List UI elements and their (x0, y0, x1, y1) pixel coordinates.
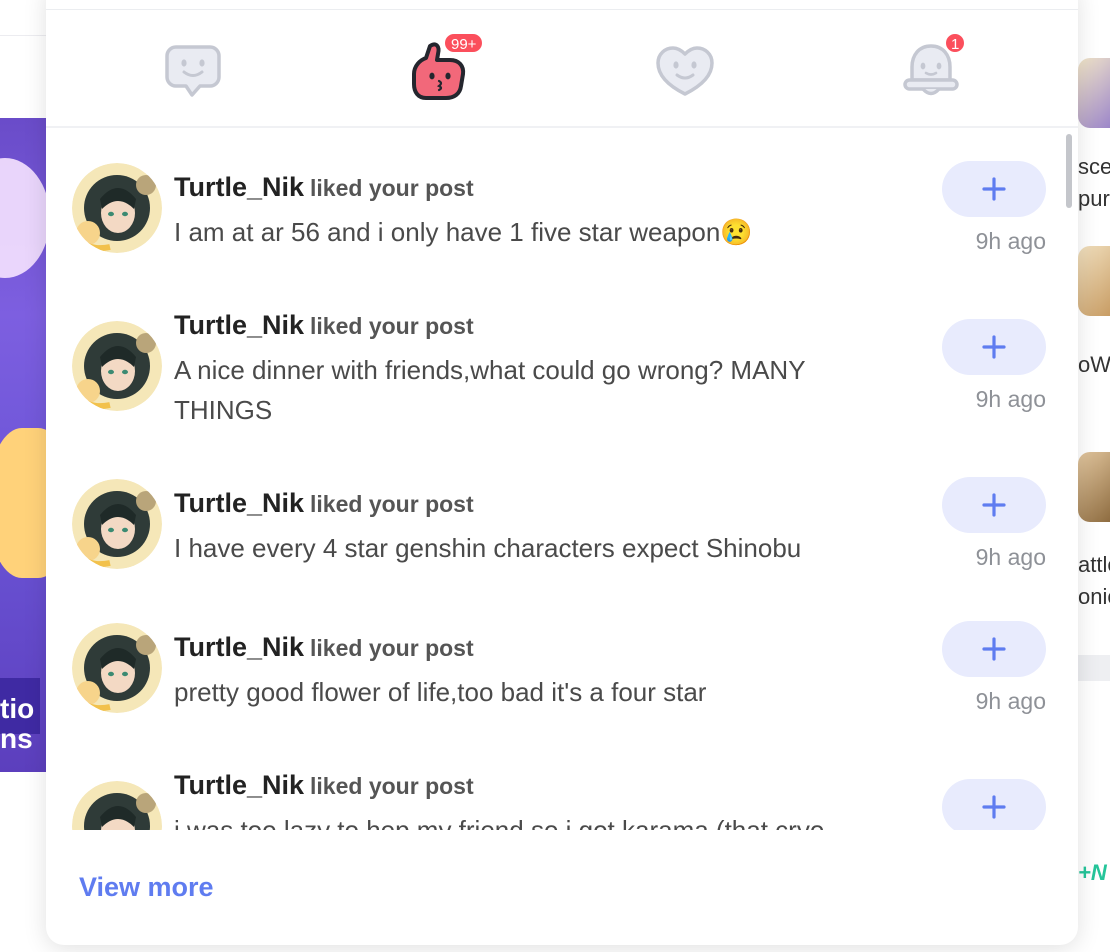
action-text: liked your post (310, 175, 474, 201)
banner-art (0, 158, 46, 278)
post-preview[interactable]: i was too lazy to hep my friend so i got… (174, 810, 874, 830)
background-banner[interactable]: tio ns (0, 118, 46, 772)
tab-followers[interactable] (640, 26, 730, 116)
user-name[interactable]: Turtle_Nik liked your post (174, 632, 474, 663)
follow-button[interactable] (942, 319, 1046, 375)
heart-face-icon (656, 46, 714, 96)
tab-comments[interactable] (148, 26, 238, 116)
user-name[interactable]: Turtle_Nik liked your post (174, 488, 474, 519)
background-thumbnail[interactable] (1078, 246, 1110, 316)
background-text: attle (1078, 552, 1110, 577)
background-text: oW (1078, 352, 1110, 377)
background-text: onic (1078, 584, 1110, 609)
action-text: liked your post (310, 491, 474, 517)
avatar[interactable] (72, 623, 162, 713)
follow-button[interactable] (942, 621, 1046, 677)
timestamp: 9h ago (975, 688, 1046, 714)
action-text: liked your post (310, 773, 474, 799)
background-right-column: scer pur oW attle onic +N (1078, 0, 1110, 952)
plus-icon (982, 795, 1006, 819)
banner-art (0, 428, 46, 578)
view-more-link[interactable]: View more (79, 872, 214, 903)
background-text: scer (1078, 154, 1110, 179)
avatar-image (72, 163, 162, 253)
avatar-image (72, 781, 162, 830)
background-thumbnail[interactable] (1078, 58, 1110, 128)
post-preview[interactable]: A nice dinner with friends,what could go… (174, 350, 874, 430)
background-text: pur (1078, 186, 1110, 211)
background-divider (1078, 655, 1110, 681)
avatar[interactable] (72, 479, 162, 569)
avatar[interactable] (72, 321, 162, 411)
post-preview[interactable]: I have every 4 star genshin characters e… (174, 528, 874, 568)
avatar-image (72, 321, 162, 411)
comment-face-icon (165, 45, 221, 97)
background-green-text: +N (1078, 860, 1107, 885)
timestamp: 9h ago (975, 544, 1046, 570)
plus-icon (982, 493, 1006, 517)
plus-icon (982, 335, 1006, 359)
banner-text: tio ns (0, 693, 35, 754)
user-name[interactable]: Turtle_Nik liked your post (174, 770, 474, 801)
background-header (0, 0, 46, 36)
action-text: liked your post (310, 313, 474, 339)
scrollbar[interactable] (1066, 134, 1072, 208)
likes-count-badge: 99+ (443, 32, 485, 54)
follow-button[interactable] (942, 161, 1046, 217)
user-name[interactable]: Turtle_Nik liked your post (174, 310, 474, 341)
notification-list[interactable]: Turtle_Nik liked your post I am at ar 56 … (46, 130, 1062, 830)
post-preview[interactable]: I am at ar 56 and i only have 1 five sta… (174, 212, 874, 252)
tab-likes[interactable]: 99+ (393, 26, 485, 116)
notification-tabs: 99+ 1 (46, 10, 1078, 128)
system-count-badge: 1 (944, 32, 967, 54)
tab-system[interactable]: 1 (886, 26, 976, 116)
post-preview[interactable]: pretty good flower of life,too bad it's … (174, 672, 874, 712)
follow-button[interactable] (942, 779, 1046, 830)
plus-icon (982, 637, 1006, 661)
timestamp: 9h ago (975, 386, 1046, 412)
avatar-image (72, 623, 162, 713)
notifications-popup: 99+ 1 Turtle_Nik liked your post I am at… (46, 0, 1078, 945)
avatar-image (72, 479, 162, 569)
follow-button[interactable] (942, 477, 1046, 533)
background-thumbnail[interactable] (1078, 452, 1110, 522)
timestamp: 9h ago (975, 228, 1046, 254)
plus-icon (982, 177, 1006, 201)
avatar[interactable] (72, 781, 162, 830)
action-text: liked your post (310, 635, 474, 661)
avatar[interactable] (72, 163, 162, 253)
user-name[interactable]: Turtle_Nik liked your post (174, 172, 474, 203)
